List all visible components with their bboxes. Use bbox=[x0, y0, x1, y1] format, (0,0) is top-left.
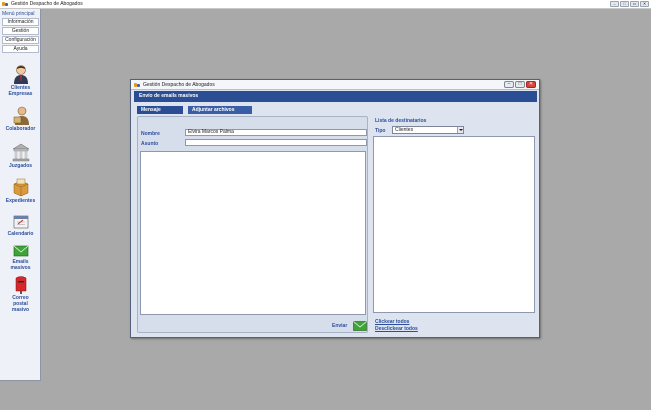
send-label[interactable]: Enviar bbox=[332, 323, 347, 329]
window-controls: – □ ▭ ✕ bbox=[610, 1, 649, 7]
dialog-logo-icon bbox=[134, 82, 140, 88]
app-logo-icon bbox=[2, 1, 8, 7]
sidebar-item-label: Calendario bbox=[7, 231, 34, 237]
sidebar-item-label: Empresas bbox=[8, 91, 33, 97]
uncheck-all-link[interactable]: Desclickear todos bbox=[375, 326, 418, 332]
sidebar-item-label: Colaborador bbox=[5, 126, 36, 132]
dialog-title-bar: Gestión Despacho de Abogados – □ ✕ bbox=[131, 80, 539, 90]
restore-button[interactable]: □ bbox=[620, 1, 629, 7]
minimize-button[interactable]: – bbox=[610, 1, 619, 7]
close-button[interactable]: ✕ bbox=[640, 1, 649, 7]
sidebar-button-informacion[interactable]: Información bbox=[2, 18, 39, 26]
nombre-label: Nombre bbox=[141, 131, 160, 137]
nombre-input[interactable]: Elvira Marcos Palma bbox=[185, 129, 367, 136]
dialog-minimize-button[interactable]: – bbox=[504, 81, 514, 88]
sidebar: Menú principal Información Gestión Confi… bbox=[0, 9, 41, 381]
calendar-icon bbox=[13, 215, 28, 229]
sidebar-item-label: Juzgados bbox=[8, 163, 33, 169]
dialog-title: Gestión Despacho de Abogados bbox=[143, 81, 215, 88]
sidebar-button-configuracion[interactable]: Configuración bbox=[2, 36, 39, 44]
case-files-box-icon bbox=[13, 178, 28, 197]
email-envelope-icon bbox=[13, 245, 28, 257]
tab-adjuntar-archivos[interactable]: Adjuntar archivos bbox=[188, 106, 252, 114]
mass-email-dialog: Gestión Despacho de Abogados – □ ✕ Envío… bbox=[130, 79, 540, 338]
app-title: Gestión Despacho de Abogados bbox=[11, 1, 83, 7]
sidebar-button-gestion[interactable]: Gestión bbox=[2, 27, 39, 35]
sidebar-item-calendario[interactable]: Calendario bbox=[0, 214, 41, 237]
send-envelope-icon[interactable] bbox=[353, 321, 367, 331]
tipo-label: Tipo bbox=[375, 128, 386, 134]
sidebar-item-label: masivos bbox=[10, 265, 31, 271]
asunto-input[interactable] bbox=[185, 139, 367, 146]
message-panel: Nombre Elvira Marcos Palma Asunto Enviar bbox=[137, 116, 368, 333]
sidebar-item-correo-postal[interactable]: Correo postal masivo bbox=[0, 274, 41, 313]
maximize-button[interactable]: ▭ bbox=[630, 1, 639, 7]
sidebar-item-expedientes[interactable]: Expedientes bbox=[0, 177, 41, 204]
asunto-label: Asunto bbox=[141, 141, 159, 147]
sidebar-item-clientes[interactable]: Clientes Empresas bbox=[0, 64, 41, 97]
tipo-selected-value: Clientes bbox=[395, 127, 414, 133]
sidebar-menu-title: Menú principal bbox=[2, 11, 35, 17]
tipo-select[interactable]: Clientes bbox=[392, 126, 464, 134]
sidebar-item-label: masivo bbox=[11, 307, 30, 313]
dialog-close-button[interactable]: ✕ bbox=[526, 81, 536, 88]
sidebar-item-emails-masivos[interactable]: Emails masivos bbox=[0, 244, 41, 271]
sidebar-button-ayuda[interactable]: Ayuda bbox=[2, 45, 39, 53]
recipients-list[interactable] bbox=[373, 136, 535, 313]
message-body-textarea[interactable] bbox=[140, 151, 366, 315]
courthouse-icon bbox=[11, 143, 30, 162]
mailbox-icon bbox=[15, 276, 26, 294]
sidebar-item-label: Expedientes bbox=[5, 198, 36, 204]
sidebar-item-juzgados[interactable]: Juzgados bbox=[0, 142, 41, 169]
recipients-title: Lista de destinatarios bbox=[375, 118, 427, 124]
chevron-down-icon[interactable] bbox=[457, 127, 463, 133]
client-person-icon bbox=[13, 65, 28, 84]
dialog-maximize-button[interactable]: □ bbox=[515, 81, 525, 88]
sidebar-item-colaborador[interactable]: Colaborador bbox=[0, 105, 41, 132]
dialog-window-controls: – □ ✕ bbox=[504, 81, 536, 88]
app-title-bar: Gestión Despacho de Abogados – □ ▭ ✕ bbox=[0, 0, 651, 9]
check-all-link[interactable]: Clickear todos bbox=[375, 319, 409, 325]
section-banner: Envío de emails masivos bbox=[134, 91, 537, 102]
collaborator-icon bbox=[13, 106, 29, 125]
tab-mensaje[interactable]: Mensaje bbox=[137, 106, 183, 114]
